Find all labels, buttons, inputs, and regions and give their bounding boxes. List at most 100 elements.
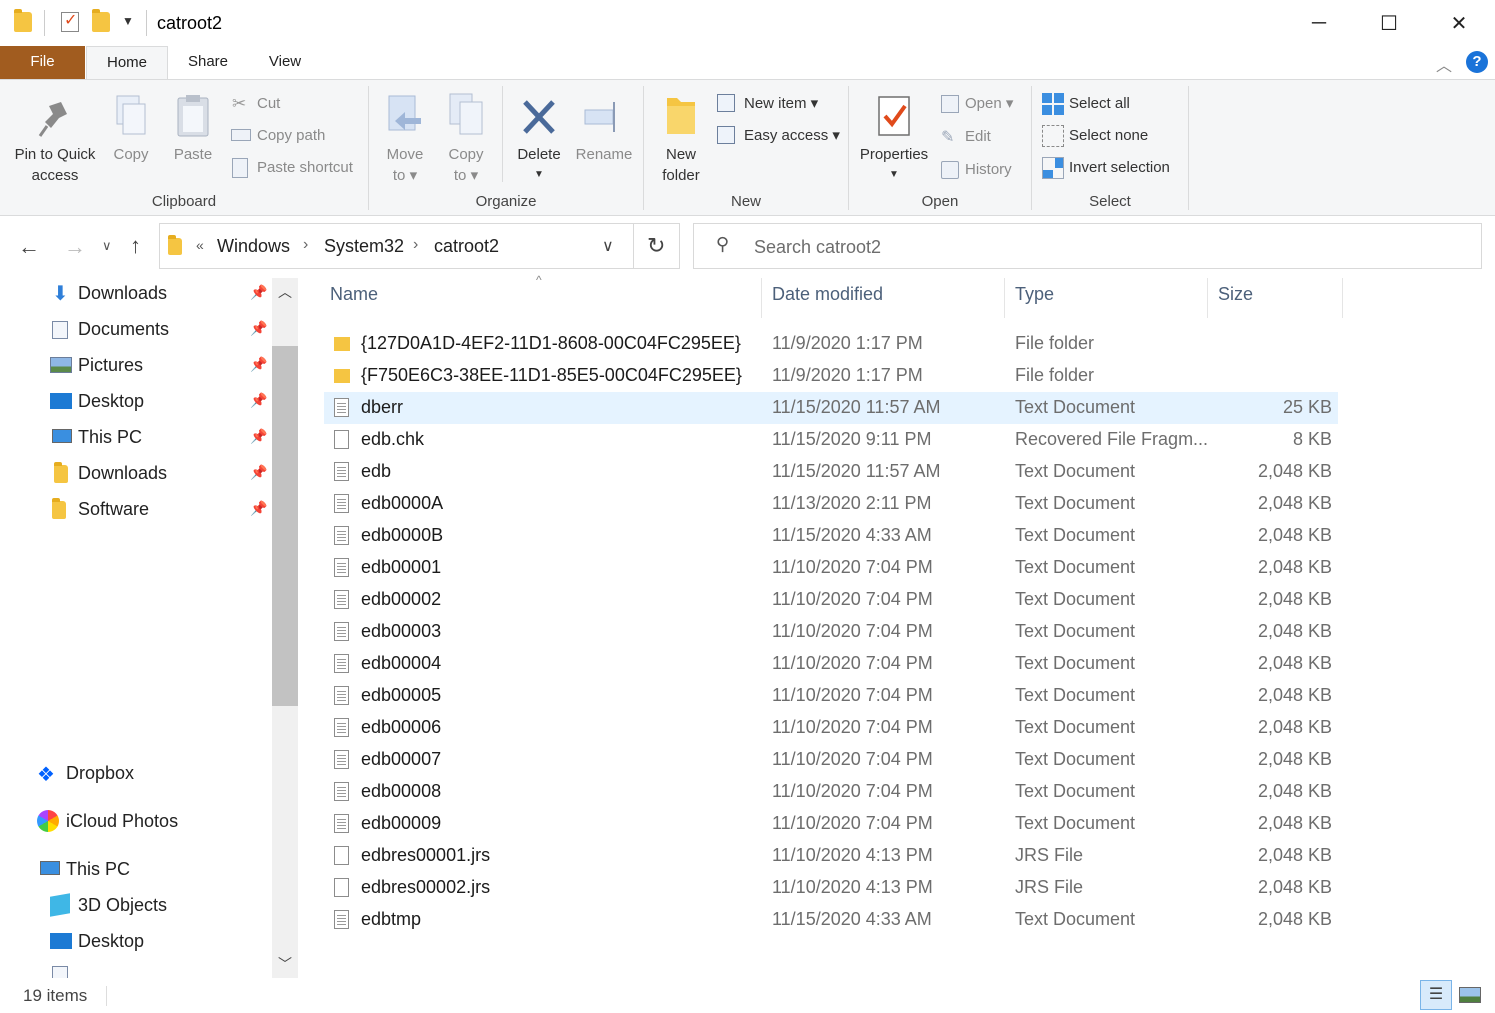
nav-item-documents[interactable]: Documents 📌 <box>0 314 272 348</box>
tab-file[interactable]: File <box>0 46 85 80</box>
help-icon[interactable]: ? <box>1466 51 1488 73</box>
file-type: JRS File <box>1015 877 1084 897</box>
new-folder-qat-icon[interactable] <box>92 9 110 32</box>
up-arrow-icon[interactable]: ↑ <box>130 233 141 259</box>
recent-locations-chevron-icon[interactable]: ∨ <box>102 238 112 254</box>
nav-item-this-pc-root[interactable]: This PC <box>0 854 272 888</box>
file-row[interactable]: edbtmp 11/15/2020 4:33 AM Text Document 2,0… <box>324 904 1338 936</box>
rename-button[interactable]: Rename <box>572 90 636 186</box>
maximize-button[interactable]: ☐ <box>1354 0 1424 46</box>
collapse-ribbon-icon[interactable]: ︿ <box>1436 52 1452 76</box>
column-header-type[interactable]: Type <box>1015 284 1054 316</box>
select-all-button[interactable]: Select all <box>1042 92 1182 116</box>
paste-button[interactable]: Paste <box>166 90 220 186</box>
tab-share[interactable]: Share <box>175 46 241 80</box>
file-row[interactable]: {F750E6C3-38EE-11D1-85E5-00C04FC295EE} 11… <box>324 360 1338 392</box>
refresh-icon[interactable]: ↻ <box>647 233 665 259</box>
breadcrumb-overflow[interactable]: « <box>196 237 204 253</box>
file-row[interactable]: edb00006 11/10/2020 7:04 PM Text Document 2… <box>324 712 1338 744</box>
address-dropdown-chevron-icon[interactable]: ∨ <box>602 236 614 256</box>
open-button[interactable]: Open ▾ <box>940 92 1028 116</box>
nav-pane-scrollbar-thumb[interactable] <box>272 346 298 706</box>
breadcrumb-windows[interactable]: Windows <box>217 236 290 257</box>
column-separator[interactable] <box>761 278 762 318</box>
address-bar[interactable]: « Windows › System32 › catroot2 ∨ ↻ <box>159 223 680 269</box>
properties-button[interactable]: Properties ▼ <box>856 90 932 186</box>
properties-qat-icon[interactable]: ✓ <box>61 12 79 32</box>
file-row[interactable]: edb0000A 11/13/2020 2:11 PM Text Document 2… <box>324 488 1338 520</box>
nav-item-pictures[interactable]: Pictures 📌 <box>0 350 272 384</box>
file-row[interactable]: {127D0A1D-4EF2-11D1-8608-00C04FC295EE} 11… <box>324 328 1338 360</box>
scroll-up-chevron-icon[interactable]: ︿ <box>278 282 292 302</box>
column-header-name[interactable]: Name <box>330 284 378 316</box>
nav-item-3d-objects[interactable]: 3D Objects <box>0 890 272 924</box>
file-row[interactable]: edb00007 11/10/2020 7:04 PM Text Document 2… <box>324 744 1338 776</box>
file-size: 2,048 KB <box>1257 493 1332 513</box>
documents-icon <box>52 966 68 978</box>
file-row[interactable]: edb00002 11/10/2020 7:04 PM Text Document 2… <box>324 584 1338 616</box>
copy-button[interactable]: Copy <box>106 90 156 186</box>
breadcrumb-system32[interactable]: System32 <box>324 236 404 257</box>
cut-button[interactable]: ✂ Cut <box>230 92 360 116</box>
file-row[interactable]: edb00008 11/10/2020 7:04 PM Text Document 2… <box>324 776 1338 808</box>
file-row[interactable]: edbres00001.jrs 11/10/2020 4:13 PM JRS Fil… <box>324 840 1338 872</box>
file-row[interactable]: edbres00002.jrs 11/10/2020 4:13 PM JRS Fil… <box>324 872 1338 904</box>
search-box[interactable]: ⚲ Search catroot2 <box>693 223 1482 269</box>
pin-quick-access-button[interactable]: Pin to Quick access <box>6 90 104 186</box>
file-row[interactable]: edb00004 11/10/2020 7:04 PM Text Document 2… <box>324 648 1338 680</box>
scroll-down-chevron-icon[interactable]: ﹀ <box>278 954 292 974</box>
nav-item-downloads[interactable]: ⬇ Downloads 📌 <box>0 278 272 312</box>
new-item-button[interactable]: New item ▾ <box>716 92 844 116</box>
file-row[interactable]: edb 11/15/2020 11:57 AM Text Document 2,048… <box>324 456 1338 488</box>
nav-item-this-pc[interactable]: This PC 📌 <box>0 422 272 456</box>
nav-item-icloud-photos[interactable]: iCloud Photos <box>0 806 272 840</box>
nav-item-dropbox[interactable]: ❖ Dropbox <box>0 758 272 792</box>
column-separator[interactable] <box>1342 278 1343 318</box>
breadcrumb-catroot2[interactable]: catroot2 <box>434 236 499 257</box>
large-icons-view-icon[interactable] <box>1459 987 1481 1003</box>
select-all-icon <box>1042 93 1064 115</box>
column-header-date-modified[interactable]: Date modified <box>772 284 883 316</box>
new-folder-button[interactable]: New folder <box>654 90 708 186</box>
file-row[interactable]: edb.chk 11/15/2020 9:11 PM Recovered File … <box>324 424 1338 456</box>
nav-item-downloads-folder[interactable]: Downloads 📌 <box>0 458 272 492</box>
file-row[interactable]: edb00005 11/10/2020 7:04 PM Text Document 2… <box>324 680 1338 712</box>
invert-selection-button[interactable]: Invert selection <box>1042 156 1182 180</box>
tab-view[interactable]: View <box>252 46 318 80</box>
breadcrumb-chevron-icon[interactable]: › <box>413 236 418 254</box>
move-to-button[interactable]: Move to ▾ <box>378 90 432 186</box>
copy-path-button[interactable]: Copy path <box>230 124 360 148</box>
minimize-button[interactable]: ─ <box>1284 0 1354 46</box>
paste-shortcut-button[interactable]: Paste shortcut <box>230 156 365 180</box>
pin-icon: 📌 <box>250 284 268 300</box>
file-name: edb0000B <box>361 525 444 545</box>
tab-home[interactable]: Home <box>86 46 168 80</box>
nav-item-software[interactable]: Software 📌 <box>0 494 272 528</box>
column-separator[interactable] <box>1207 278 1208 318</box>
nav-item-documents-partial[interactable] <box>0 966 272 978</box>
file-name: edb00006 <box>361 717 442 737</box>
delete-button[interactable]: Delete ▼ <box>512 90 566 186</box>
properties-dropdown-icon[interactable]: ▼ <box>856 164 932 185</box>
nav-item-desktop[interactable]: Desktop 📌 <box>0 386 272 420</box>
column-header-size[interactable]: Size <box>1218 284 1253 316</box>
easy-access-button[interactable]: Easy access ▾ <box>716 124 844 148</box>
file-row[interactable]: edb00003 11/10/2020 7:04 PM Text Document 2… <box>324 616 1338 648</box>
column-separator[interactable] <box>1004 278 1005 318</box>
delete-dropdown-icon[interactable]: ▼ <box>512 164 566 185</box>
details-view-icon[interactable]: ☰ <box>1420 980 1452 1010</box>
history-button[interactable]: History <box>940 158 1028 182</box>
copy-to-button[interactable]: Copy to ▾ <box>440 90 492 186</box>
nav-item-desktop-pc[interactable]: Desktop <box>0 926 272 960</box>
breadcrumb-chevron-icon[interactable]: › <box>303 236 308 254</box>
close-button[interactable]: ✕ <box>1424 0 1494 46</box>
select-none-button[interactable]: Select none <box>1042 124 1182 148</box>
edit-button[interactable]: ✎ Edit <box>940 125 1028 149</box>
qat-customize-icon[interactable]: ▼ <box>122 14 134 28</box>
file-row[interactable]: edb00001 11/10/2020 7:04 PM Text Document 2… <box>324 552 1338 584</box>
file-row[interactable]: edb0000B 11/15/2020 4:33 AM Text Document 2… <box>324 520 1338 552</box>
forward-arrow-icon[interactable]: → <box>64 234 86 260</box>
file-row[interactable]: dberr 11/15/2020 11:57 AM Text Document 25 … <box>324 392 1338 424</box>
back-arrow-icon[interactable]: ← <box>18 234 40 260</box>
file-row[interactable]: edb00009 11/10/2020 7:04 PM Text Document 2… <box>324 808 1338 840</box>
